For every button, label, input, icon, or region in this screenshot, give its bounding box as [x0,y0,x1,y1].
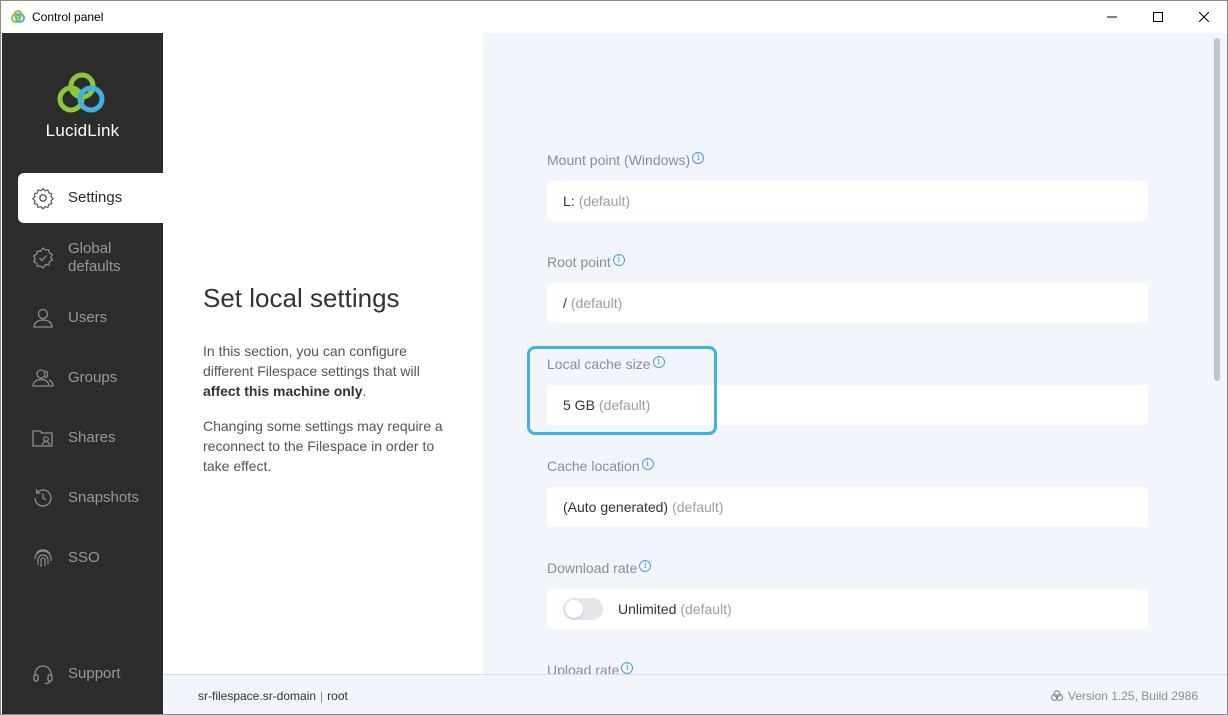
control-panel-window: Control panel LucidLink Settings Global … [0,0,1228,715]
close-icon [1199,12,1209,22]
lucidlink-small-icon [1050,690,1063,702]
filespace-info: sr-filespace.sr-domain | root [198,689,348,703]
sidebar-item-label: Support [68,665,121,682]
description-text-1: In this section, you can configure diffe… [203,341,453,401]
cache-location-field[interactable]: (Auto generated) (default) [547,487,1148,527]
sidebar: LucidLink Settings Global defaults Users [2,33,163,714]
sidebar-item-label: Snapshots [68,489,139,506]
title-bar: Control panel [1,1,1227,33]
cache-location-label: Cache location i [547,458,654,474]
page-title: Set local settings [203,283,400,313]
root-point-field[interactable]: / (default) [547,283,1148,323]
field-label-text: Mount point (Windows) [547,152,691,168]
field-value: L: [563,193,575,209]
info-icon[interactable]: i [639,560,652,572]
window-title: Control panel [32,10,104,24]
description-text-1-part: In this section, you can configure diffe… [203,343,420,379]
default-tag: (default) [578,193,631,209]
lucidlink-logo: LucidLink [2,71,163,141]
description-text-1-end: . [362,383,367,399]
download-rate-field: Unlimited (default) [547,589,1148,629]
user-name: root [327,689,348,703]
sidebar-item-settings[interactable]: Settings [18,173,163,223]
version-info: Version 1.25, Build 2986 [1050,689,1198,703]
upload-rate-label: Upload rate i [547,662,634,674]
sidebar-item-groups[interactable]: Groups [18,353,163,403]
field-label-text: Root point [547,254,611,270]
download-rate-toggle[interactable] [563,598,603,620]
field-value: (Auto generated) [563,499,669,515]
headset-icon [31,662,55,686]
sidebar-item-label: Users [68,309,108,326]
close-button[interactable] [1181,1,1227,33]
maximize-button[interactable] [1135,1,1181,33]
separator: | [320,689,324,703]
badge-gear-icon [31,246,55,270]
sidebar-item-label: SSO [68,549,100,566]
sidebar-item-shares[interactable]: Shares [18,413,163,463]
info-icon[interactable]: i [621,662,634,674]
sidebar-item-label: Groups [68,369,118,386]
sidebar-item-label: Global defaults [68,240,121,275]
description-pane: Set local settings In this section, you … [163,33,483,674]
lucidlink-app-icon [10,9,26,25]
download-rate-label: Download rate i [547,560,652,576]
field-value: / [563,295,567,311]
field-label-text: Upload rate [547,662,620,674]
mount-point-field[interactable]: L: (default) [547,181,1148,221]
settings-pane: Mount point (Windows) i L: (default) Root … [483,33,1227,674]
sidebar-item-snapshots[interactable]: Snapshots [18,473,163,523]
gear-icon [31,186,55,210]
minimize-icon [1107,16,1117,18]
status-footer: sr-filespace.sr-domain | root Version 1.25… [163,674,1227,714]
info-icon[interactable]: i [641,458,654,470]
info-icon[interactable]: i [692,152,705,164]
minimize-button[interactable] [1089,1,1135,33]
default-tag: (default) [680,601,732,617]
scrollbar[interactable] [1214,38,1220,381]
field-value: Unlimited [618,601,677,617]
description-text-2: Changing some settings may require a rec… [203,418,443,474]
sidebar-item-label: Shares [68,429,116,446]
sidebar-item-global-defaults[interactable]: Global defaults [18,233,163,283]
fingerprint-icon [31,546,55,570]
default-tag: (default) [570,295,623,311]
highlight-box [527,346,717,435]
shares-icon [31,426,55,450]
mount-point-label: Mount point (Windows) i [547,152,705,168]
info-icon[interactable]: i [612,254,625,266]
description-text-1-bold: affect this machine only [203,383,363,399]
root-point-label: Root point i [547,254,625,270]
sidebar-item-label: Settings [68,189,123,206]
filespace-name: sr-filespace.sr-domain [198,689,317,703]
version-text: Version 1.25, Build 2986 [1067,689,1198,703]
history-icon [31,486,55,510]
field-label-text: Download rate [547,560,638,576]
field-label-text: Cache location [547,458,640,474]
toggle-knob [565,600,583,618]
group-icon [31,366,55,390]
user-icon [31,306,55,330]
lucidlink-logo-icon [57,72,105,113]
default-tag: (default) [672,499,724,515]
sidebar-item-sso[interactable]: SSO [18,533,163,583]
brand-name: LucidLink [45,121,120,140]
maximize-icon [1153,12,1163,22]
sidebar-item-users[interactable]: Users [18,293,163,343]
sidebar-item-support[interactable]: Support [18,649,163,699]
